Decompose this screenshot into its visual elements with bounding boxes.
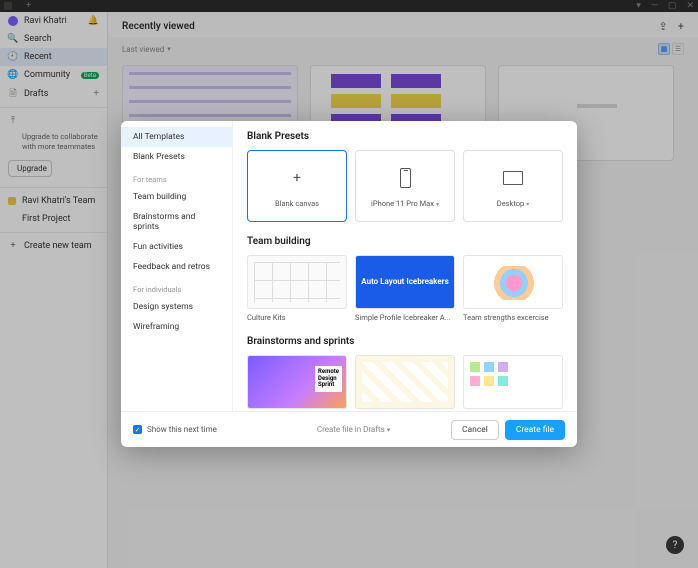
template-culture-kits[interactable]: Culture Kits [247,255,347,322]
modal-side-design-systems[interactable]: Design systems [121,297,232,317]
show-next-checkbox[interactable]: ✓ Show this next time [133,425,217,434]
chevron-down-icon: ▾ [526,201,529,208]
show-next-label: Show this next time [147,425,217,434]
template-whiteboard[interactable] [463,355,563,411]
template-strengths[interactable]: Team strengths excercise [463,255,563,322]
preset-label: Blank canvas [275,199,319,208]
phone-icon [392,165,418,191]
section-blank-presets: Blank Presets [247,131,563,142]
template-icebreakers[interactable]: Auto Layout Icebreakers Simple Profile I… [355,255,455,322]
create-file-button[interactable]: Create file [505,420,565,440]
help-fab[interactable]: ? [666,536,684,554]
template-thumb [355,355,455,409]
modal-sidebar: All Templates Blank Presets For teams Te… [121,121,233,411]
modal-side-brainstorms[interactable]: Brainstorms and sprints [121,207,232,237]
create-in-label: Create file in Drafts [317,425,385,434]
section-brainstorms: Brainstorms and sprints [247,336,563,347]
checkbox-checked-icon: ✓ [133,425,142,434]
cancel-button[interactable]: Cancel [451,420,499,440]
preset-blank-canvas[interactable]: + Blank canvas [247,150,347,222]
chevron-down-icon: ▾ [387,426,391,434]
preset-iphone[interactable]: iPhone 11 Pro Max▾ [355,150,455,222]
template-thumb: Auto Layout Icebreakers [355,255,455,309]
modal-backdrop[interactable]: All Templates Blank Presets For teams Te… [0,0,698,568]
template-brainstorm[interactable] [355,355,455,411]
preset-desktop[interactable]: Desktop▾ [463,150,563,222]
section-team-building: Team building [247,236,563,247]
chevron-down-icon: ▾ [436,201,439,208]
template-remote-sprint[interactable] [247,355,347,411]
template-label: Simple Profile Icebreaker A... [355,313,455,322]
thumb-text: Auto Layout Icebreakers [361,277,448,287]
modal-side-feedback[interactable]: Feedback and retros [121,257,232,277]
plus-icon: + [284,165,310,191]
modal-side-head-teams: For teams [121,167,232,187]
template-thumb [463,255,563,309]
modal-side-head-individuals: For individuals [121,277,232,297]
preset-label: iPhone 11 Pro Max [371,199,434,208]
modal-footer: ✓ Show this next time Create file in Dra… [121,411,577,447]
template-label: Team strengths excercise [463,313,563,322]
modal-side-blank-presets[interactable]: Blank Presets [121,147,232,167]
create-in-dropdown[interactable]: Create file in Drafts ▾ [317,425,390,434]
modal-content: Blank Presets + Blank canvas iPhone 11 P… [233,121,577,411]
template-thumb [463,355,563,409]
modal-side-all-templates[interactable]: All Templates [121,127,232,147]
modal-side-wireframing[interactable]: Wireframing [121,317,232,337]
template-thumb [247,355,347,409]
modal-side-team-building[interactable]: Team building [121,187,232,207]
modal-side-fun[interactable]: Fun activities [121,237,232,257]
new-file-modal: All Templates Blank Presets For teams Te… [121,121,577,447]
template-label: Culture Kits [247,313,347,322]
desktop-icon [500,165,526,191]
preset-label: Desktop [497,199,524,208]
template-thumb [247,255,347,309]
